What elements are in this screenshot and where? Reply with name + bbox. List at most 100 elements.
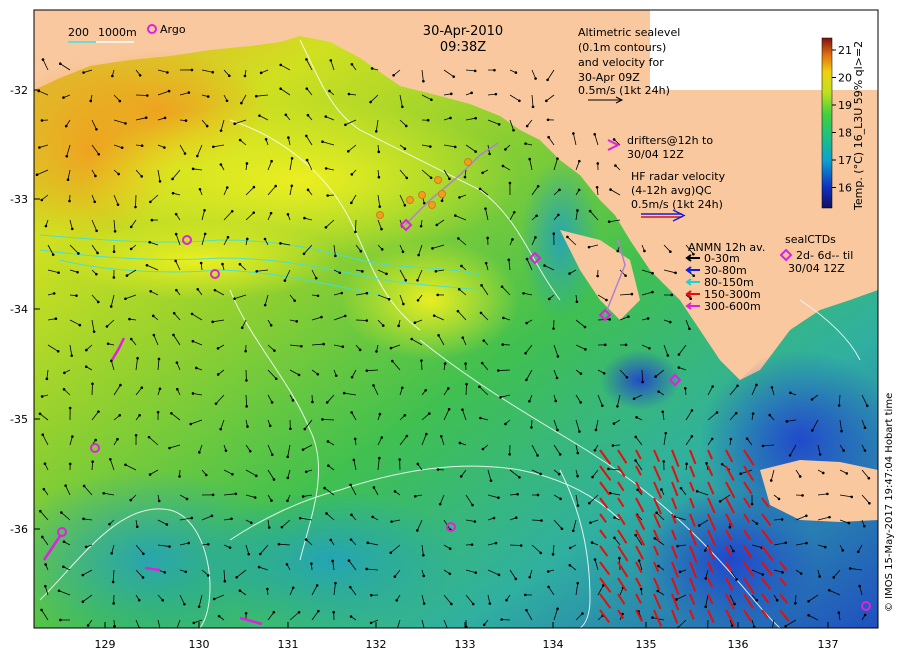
velocity-arrowhead xyxy=(254,474,258,478)
velocity-arrowhead xyxy=(534,77,537,80)
velocity-arrowhead xyxy=(297,610,301,614)
velocity-arrowhead xyxy=(648,347,651,350)
velocity-arrowhead xyxy=(613,536,616,540)
velocity-arrowhead xyxy=(798,475,802,478)
velocity-arrowhead xyxy=(511,238,514,241)
velocity-arrowhead xyxy=(375,350,378,353)
velocity-arrowhead xyxy=(196,287,200,291)
velocity-arrowhead xyxy=(518,99,521,103)
velocity-arrowhead xyxy=(266,587,269,591)
velocity-arrowhead xyxy=(524,142,527,145)
velocity-arrowhead xyxy=(212,597,216,601)
velocity-arrowhead xyxy=(788,454,792,457)
velocity-arrowhead xyxy=(739,472,742,476)
velocity-arrowhead xyxy=(240,101,243,105)
velocity-arrowhead xyxy=(868,502,871,505)
velocity-arrowhead xyxy=(771,629,774,632)
velocity-arrowhead xyxy=(244,611,248,615)
velocity-arrowhead xyxy=(300,344,303,348)
velocity-arrowhead xyxy=(711,385,714,388)
velocity-arrowhead xyxy=(225,99,229,103)
velocity-arrowhead xyxy=(380,227,383,231)
velocity-arrowhead xyxy=(263,303,267,307)
velocity-arrowhead xyxy=(818,453,822,456)
velocity-arrowhead xyxy=(576,474,579,478)
velocity-arrowhead xyxy=(832,576,836,579)
velocity-arrowhead xyxy=(616,404,619,408)
velocity-arrowhead xyxy=(272,610,276,614)
velocity-arrowhead xyxy=(331,559,334,563)
velocity-arrowhead xyxy=(91,382,94,386)
velocity-arrowhead xyxy=(405,176,409,180)
velocity-arrowhead xyxy=(306,188,310,192)
velocity-arrowhead xyxy=(587,245,591,249)
velocity-arrowhead xyxy=(531,105,535,109)
velocity-arrowhead xyxy=(689,297,693,301)
velocity-arrowhead xyxy=(141,576,145,579)
velocity-arrowhead xyxy=(365,319,369,322)
velocity-arrowhead xyxy=(578,159,581,163)
velocity-arrowhead xyxy=(536,493,540,497)
drifters-line2: 30/04 12Z xyxy=(627,148,684,161)
velocity-arrowhead xyxy=(149,290,152,293)
velocity-arrowhead xyxy=(38,146,41,149)
velocity-arrowhead xyxy=(124,122,127,125)
y-tick-label: -32 xyxy=(10,84,28,97)
velocity-arrowhead xyxy=(559,497,562,501)
velocity-arrowhead xyxy=(94,438,97,442)
velocity-arrowhead xyxy=(257,565,261,569)
velocity-arrowhead xyxy=(614,164,617,167)
velocity-arrowhead xyxy=(525,378,528,382)
velocity-arrowhead xyxy=(605,298,608,302)
velocity-arrowhead xyxy=(175,288,178,292)
velocity-arrowhead xyxy=(62,96,65,99)
velocity-arrowhead xyxy=(192,621,196,625)
velocity-arrowhead xyxy=(784,624,787,628)
velocity-arrowhead xyxy=(268,424,272,428)
velocity-arrowhead xyxy=(637,559,641,562)
velocity-arrowhead xyxy=(40,198,44,202)
velocity-arrowhead xyxy=(66,178,70,182)
velocity-arrowhead xyxy=(473,69,477,73)
velocity-arrowhead xyxy=(41,433,45,437)
velocity-arrowhead xyxy=(341,345,345,349)
velocity-arrowhead xyxy=(230,209,234,213)
velocity-arrowhead xyxy=(45,377,49,381)
velocity-arrowhead xyxy=(410,337,414,341)
velocity-arrowhead xyxy=(755,383,758,387)
velocity-arrowhead xyxy=(784,541,788,545)
velocity-arrowhead xyxy=(206,542,210,546)
velocity-arrowhead xyxy=(233,122,237,125)
velocity-arrowhead xyxy=(113,229,117,233)
velocity-arrowhead xyxy=(826,492,829,496)
velocity-arrowhead xyxy=(183,152,187,155)
velocity-arrowhead xyxy=(172,333,175,337)
velocity-arrowhead xyxy=(191,339,195,343)
velocity-arrowhead xyxy=(149,200,152,204)
velocity-arrowhead xyxy=(219,163,223,166)
velocity-arrowhead xyxy=(522,291,525,295)
velocity-arrowhead xyxy=(140,386,144,389)
velocity-arrowhead xyxy=(146,94,149,97)
velocity-arrowhead xyxy=(389,346,393,350)
velocity-arrowhead xyxy=(124,463,127,467)
velocity-arrowhead xyxy=(602,371,606,375)
velocity-arrowhead xyxy=(378,412,382,416)
velocity-arrowhead xyxy=(850,495,853,499)
velocity-arrowhead xyxy=(479,311,483,315)
velocity-arrowhead xyxy=(635,415,638,419)
velocity-arrowhead xyxy=(422,553,425,557)
velocity-arrowhead xyxy=(508,452,511,456)
velocity-arrowhead xyxy=(555,376,559,380)
velocity-arrowhead xyxy=(287,136,290,139)
velocity-arrowhead xyxy=(735,578,738,581)
velocity-arrowhead xyxy=(484,261,488,265)
velocity-arrowhead xyxy=(225,186,229,189)
velocity-arrowhead xyxy=(481,171,484,175)
velocity-arrowhead xyxy=(175,630,178,633)
velocity-arrowhead xyxy=(238,589,242,593)
velocity-arrowhead xyxy=(546,78,549,82)
velocity-arrowhead xyxy=(211,493,215,497)
velocity-arrowhead xyxy=(392,74,395,77)
velocity-arrowhead xyxy=(497,123,501,126)
